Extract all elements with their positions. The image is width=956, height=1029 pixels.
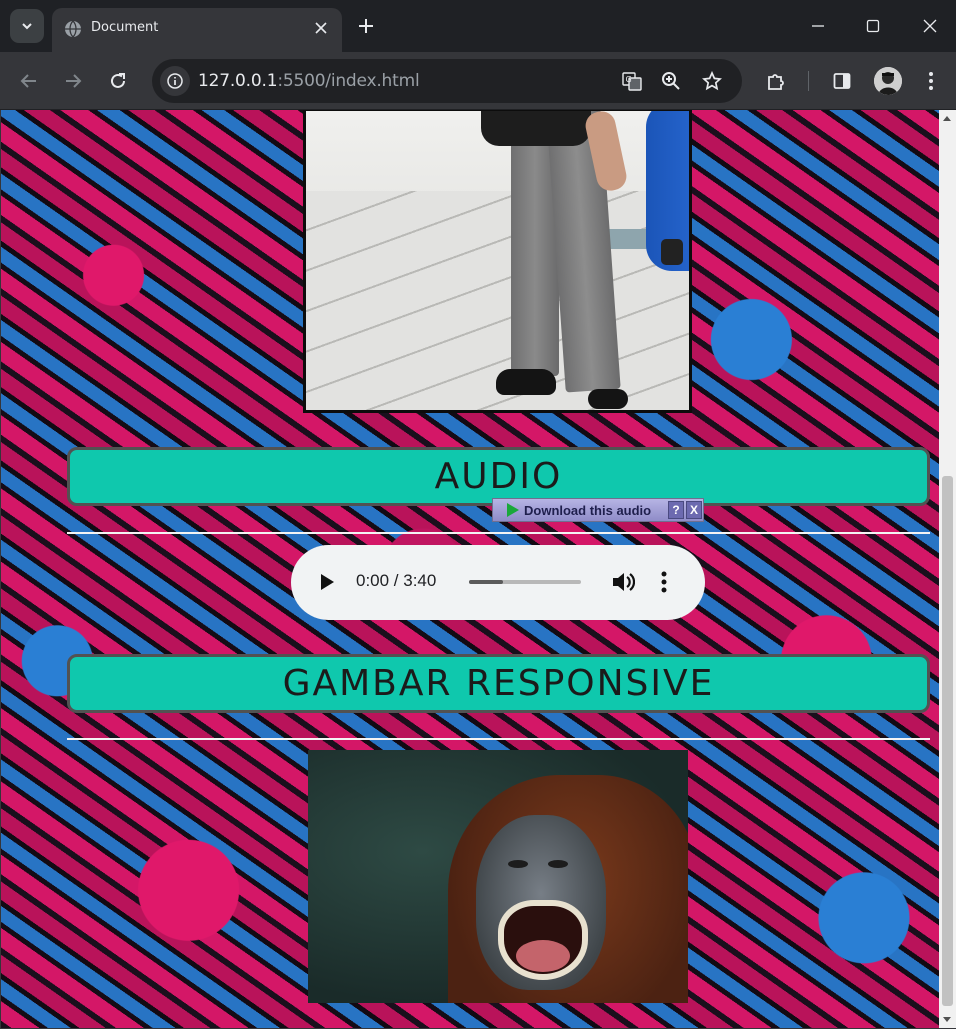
plus-icon — [359, 19, 373, 33]
download-close-button[interactable]: X — [686, 501, 702, 519]
tab-close-button[interactable] — [310, 17, 332, 39]
download-help-button[interactable]: ? — [668, 501, 684, 519]
translate-icon: G — [622, 72, 642, 91]
audio-player[interactable]: 0:00 / 3:40 — [291, 545, 705, 620]
side-panel-icon — [833, 73, 851, 89]
tab-title: Document — [91, 20, 159, 35]
site-info-button[interactable] — [160, 66, 190, 96]
orangutan-tongue — [516, 940, 570, 972]
new-tab-button[interactable] — [352, 12, 380, 40]
back-button[interactable] — [12, 64, 46, 98]
zoom-button[interactable] — [657, 67, 685, 95]
volume-icon[interactable] — [611, 571, 635, 593]
reload-button[interactable] — [101, 64, 135, 98]
url-text: 127.0.0.1:5500/index.html — [198, 71, 420, 91]
minimize-icon — [812, 25, 824, 27]
close-icon — [315, 22, 327, 34]
address-bar[interactable]: 127.0.0.1:5500/index.html G — [152, 59, 742, 103]
minimize-button[interactable] — [795, 6, 841, 46]
close-icon — [923, 19, 937, 33]
more-vertical-icon[interactable] — [661, 571, 667, 593]
chevron-down-icon — [22, 23, 32, 30]
extensions-button[interactable] — [759, 64, 793, 98]
audio-divider — [67, 532, 930, 534]
url-host: 127.0.0.1 — [198, 71, 278, 91]
audio-progress-fill — [469, 580, 503, 584]
download-audio-label[interactable]: Download this audio — [524, 503, 651, 518]
video-person-shirt — [481, 111, 591, 146]
video-watch — [661, 239, 683, 265]
tab-search-button[interactable] — [10, 9, 44, 43]
page-viewport: AUDIO Download this audio ? X 0:00 / 3:4… — [1, 110, 939, 1028]
menu-button[interactable] — [914, 64, 948, 98]
scroll-down-arrow-icon[interactable] — [943, 1017, 951, 1022]
info-icon — [167, 73, 183, 89]
play-icon[interactable] — [321, 574, 334, 590]
arrow-right-icon — [66, 74, 82, 88]
download-play-icon — [507, 503, 519, 517]
audio-time: 0:00 / 3:40 — [356, 571, 437, 590]
side-panel-button[interactable] — [825, 64, 859, 98]
vertical-scrollbar[interactable] — [939, 110, 956, 1028]
image-heading: GAMBAR RESPONSIVE — [67, 654, 930, 713]
browser-window: Document 127.0.0.1:5500/index.html G AUD… — [0, 0, 956, 1029]
translate-button[interactable]: G — [618, 67, 646, 95]
profile-avatar[interactable] — [874, 67, 902, 95]
image-divider — [67, 738, 930, 740]
bookmark-button[interactable] — [698, 67, 726, 95]
puzzle-icon — [768, 74, 784, 90]
profile-avatar-icon — [874, 67, 902, 95]
reload-icon — [111, 73, 125, 88]
arrow-left-icon — [20, 74, 36, 88]
url-path: :5500/index.html — [277, 71, 420, 91]
video-frame[interactable] — [303, 110, 692, 413]
globe-icon — [65, 20, 81, 38]
maximize-icon — [866, 19, 880, 33]
toolbar-divider — [808, 71, 809, 91]
video-person-shoe-right — [588, 389, 628, 409]
close-window-button[interactable] — [907, 6, 953, 46]
video-person-shoe-left — [496, 369, 556, 395]
maximize-button[interactable] — [850, 6, 896, 46]
download-audio-bar[interactable]: Download this audio ? X — [492, 498, 704, 522]
orangutan-eye-left — [508, 860, 528, 868]
star-icon — [702, 71, 722, 91]
forward-button[interactable] — [56, 64, 90, 98]
orangutan-eye-right — [548, 860, 568, 868]
scroll-up-arrow-icon[interactable] — [943, 116, 951, 121]
responsive-image — [308, 750, 688, 1003]
more-vertical-icon — [929, 72, 933, 90]
scrollbar-thumb[interactable] — [942, 476, 953, 1006]
tab-document[interactable]: Document — [52, 8, 342, 52]
audio-progress-slider[interactable] — [469, 580, 581, 584]
zoom-in-icon — [662, 72, 680, 90]
svg-text:G: G — [626, 75, 632, 84]
tab-strip: Document — [0, 0, 956, 52]
toolbar: 127.0.0.1:5500/index.html G — [0, 52, 956, 110]
